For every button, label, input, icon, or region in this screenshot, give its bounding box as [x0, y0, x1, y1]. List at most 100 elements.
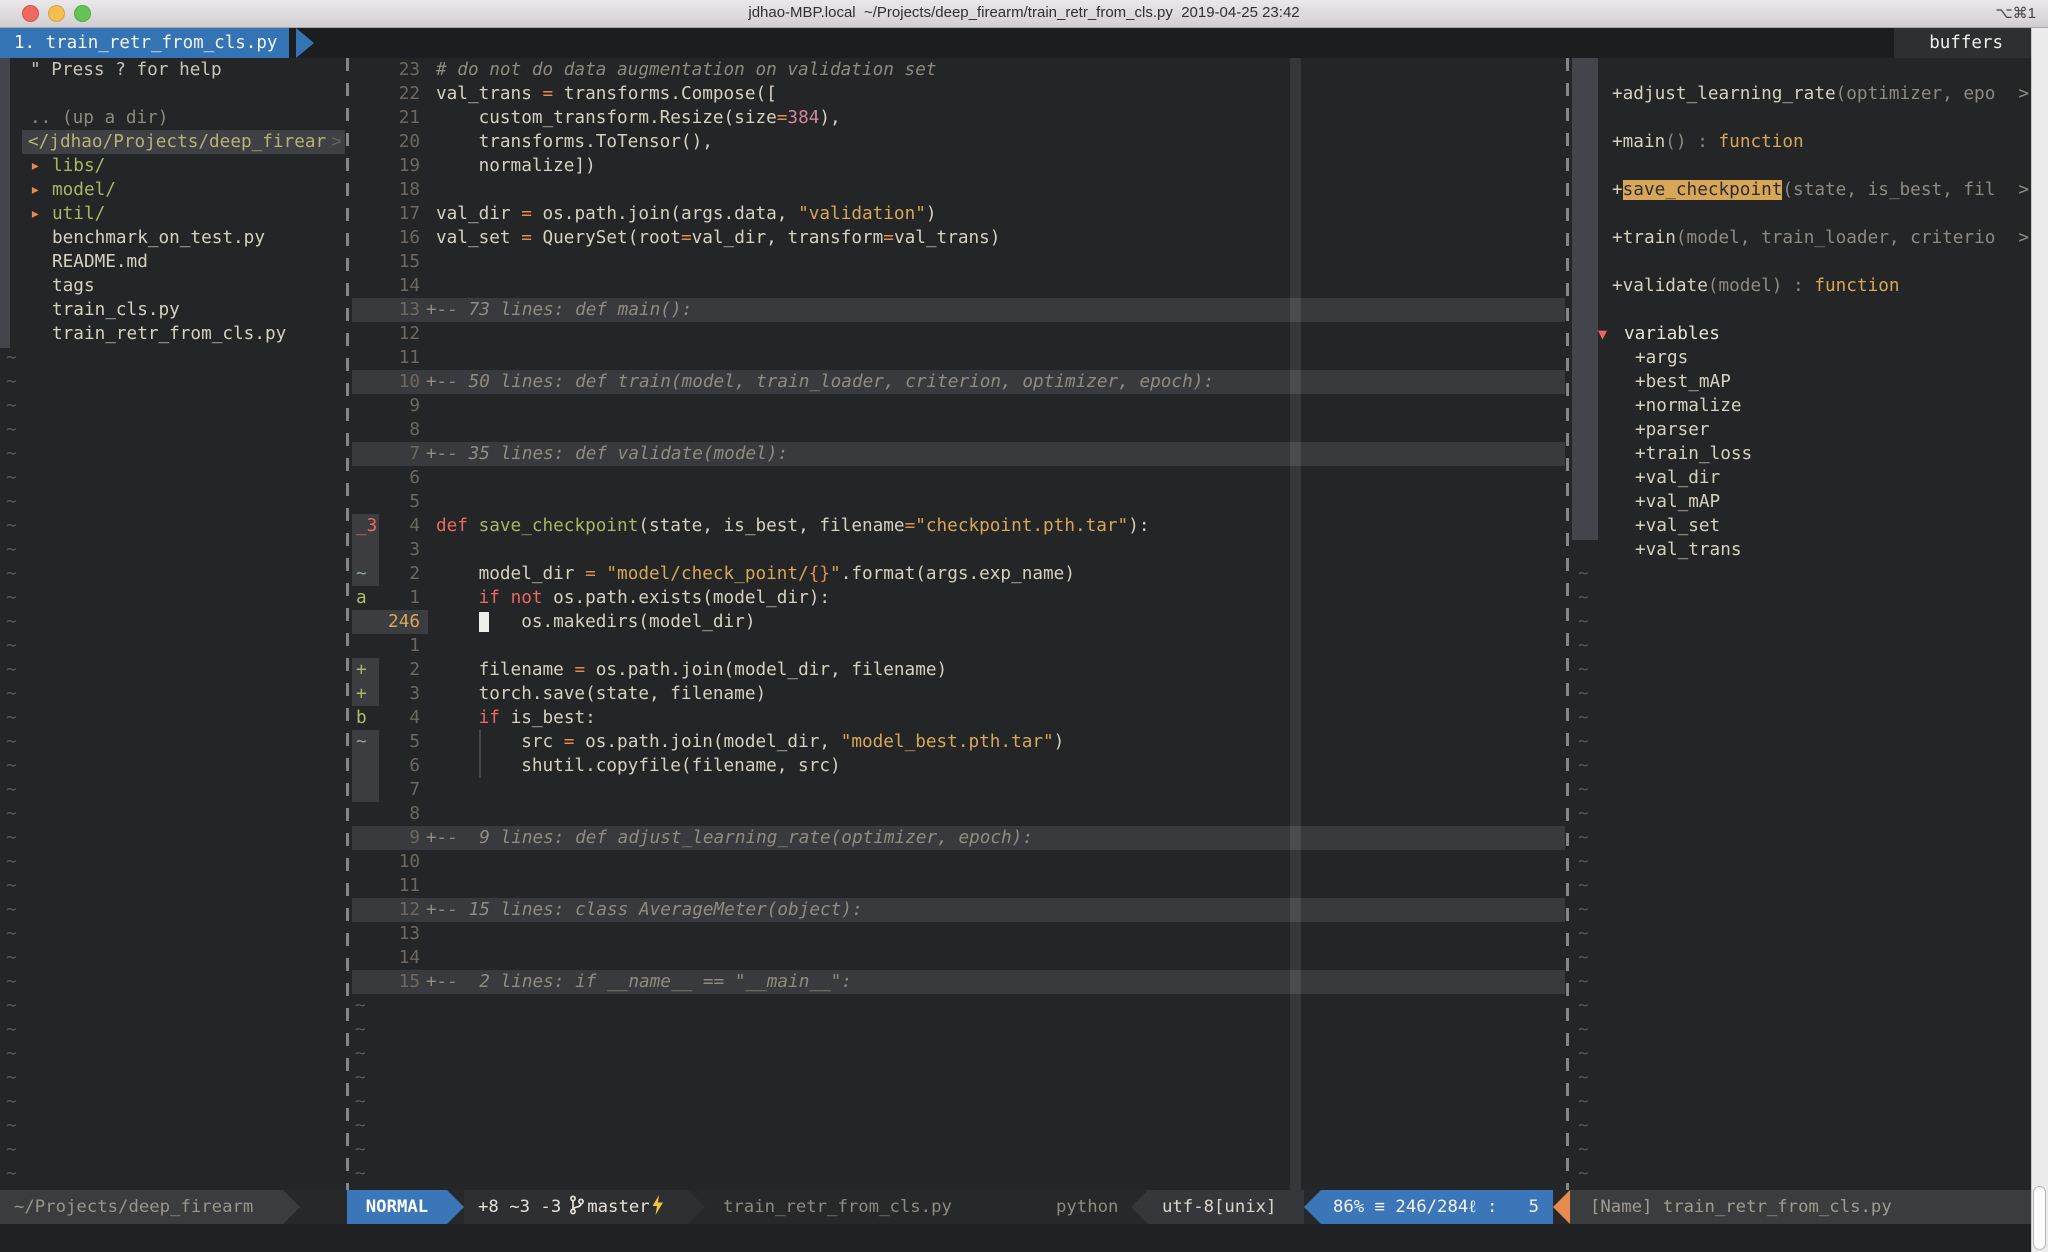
nerdtree-up-dir[interactable]: .. (up a dir) — [30, 106, 168, 130]
code-line[interactable]: 10 — [352, 850, 1565, 874]
nerdtree-item[interactable]: ▸ util/ — [0, 202, 345, 226]
window-separator[interactable] — [346, 58, 349, 1190]
code-line[interactable]: 3 — [352, 538, 1565, 562]
nerdtree-item[interactable]: train_retr_from_cls.py — [0, 322, 345, 346]
tagbar-item[interactable]: +main() : function — [1572, 130, 2031, 154]
window-separator[interactable] — [1566, 58, 1569, 1190]
tab-train-retr-from-cls[interactable]: 1. train_retr_from_cls.py — [0, 28, 289, 58]
code-line[interactable]: 8 — [352, 802, 1565, 826]
folded-code-line[interactable]: 15+-- 2 lines: if __name__ == "__main__"… — [352, 970, 1565, 994]
tagbar-item[interactable]: ▼variables — [1572, 322, 2031, 346]
fold-summary-text[interactable]: +-- 2 lines: if __name__ == "__main__": — [426, 970, 852, 994]
tagbar-item[interactable]: +val_mAP — [1572, 490, 2031, 514]
code-line[interactable]: 19 normalize]) — [352, 154, 1565, 178]
fold-summary-text[interactable]: +-- 73 lines: def main(): — [426, 298, 692, 322]
fold-summary-text[interactable]: +-- 35 lines: def validate(model): — [426, 442, 788, 466]
code-line[interactable]: b4 if is_best: — [352, 706, 1565, 730]
terminal-scrollbar-track[interactable] — [2031, 28, 2048, 1252]
nerdtree-file[interactable]: README.md — [52, 250, 148, 274]
tagbar-item[interactable]: +train(model, train_loader, criterio> — [1572, 226, 2031, 250]
terminal-scrollbar-thumb[interactable] — [2033, 1186, 2046, 1250]
code-line[interactable]: 22val_trans = transforms.Compose([ — [352, 82, 1565, 106]
nerdtree-item[interactable]: train_cls.py — [0, 298, 345, 322]
tag-variable[interactable]: +args — [1635, 346, 1688, 370]
tagbar-item[interactable]: +val_trans — [1572, 538, 2031, 562]
code-line[interactable]: 12 — [352, 322, 1565, 346]
code-line[interactable]: 11 — [352, 346, 1565, 370]
folded-code-line[interactable]: 7+-- 35 lines: def validate(model): — [352, 442, 1565, 466]
tag-entry[interactable]: +save_checkpoint(state, is_best, fil — [1612, 178, 1995, 202]
code-line[interactable]: 20 transforms.ToTensor(), — [352, 130, 1565, 154]
tag-variable[interactable]: +val_trans — [1635, 538, 1742, 562]
tag-entry[interactable]: +validate(model) : function — [1612, 274, 1900, 298]
nerdtree-item[interactable]: README.md — [0, 250, 345, 274]
nerdtree-file[interactable]: tags — [52, 274, 95, 298]
nerdtree-file[interactable]: benchmark_on_test.py — [52, 226, 265, 250]
tag-variable[interactable]: +val_mAP — [1635, 490, 1720, 514]
tag-entry[interactable]: +adjust_learning_rate(optimizer, epo — [1612, 82, 1995, 106]
tagbar-item[interactable]: +parser — [1572, 418, 2031, 442]
code-line[interactable]: 246 os.makedirs(model_dir) — [352, 610, 1565, 634]
code-line[interactable]: 21 custom_transform.Resize(size=384), — [352, 106, 1565, 130]
fold-open-triangle-icon[interactable]: ▼ — [1598, 322, 1607, 346]
code-line[interactable]: 13 — [352, 922, 1565, 946]
tagbar-item[interactable]: +validate(model) : function — [1572, 274, 2031, 298]
tag-variable[interactable]: +normalize — [1635, 394, 1742, 418]
code-line[interactable]: 9 — [352, 394, 1565, 418]
folded-code-line[interactable]: 12+-- 15 lines: class AverageMeter(objec… — [352, 898, 1565, 922]
code-line[interactable]: 18 — [352, 178, 1565, 202]
code-line[interactable]: +3 torch.save(state, filename) — [352, 682, 1565, 706]
nerdtree-item[interactable]: tags — [0, 274, 345, 298]
fold-summary-text[interactable]: +-- 9 lines: def adjust_learning_rate(op… — [426, 826, 1033, 850]
tagbar-item[interactable]: +best_mAP — [1572, 370, 2031, 394]
tag-entry[interactable]: +train(model, train_loader, criterio — [1612, 226, 1995, 250]
nerdtree-item[interactable]: .. (up a dir) — [0, 106, 345, 130]
code-line[interactable]: 7 — [352, 778, 1565, 802]
code-line[interactable]: 15 — [352, 250, 1565, 274]
code-line[interactable]: 14 — [352, 946, 1565, 970]
folded-code-line[interactable]: 10+-- 50 lines: def train(model, train_l… — [352, 370, 1565, 394]
code-line[interactable]: a1 if not os.path.exists(model_dir): — [352, 586, 1565, 610]
nerdtree-item[interactable]: ▸ model/ — [0, 178, 345, 202]
folder-collapsed-arrow-icon[interactable]: ▸ — [30, 178, 41, 202]
code-line[interactable]: 5 — [352, 490, 1565, 514]
code-line[interactable]: ~2 model_dir = "model/check_point/{}".fo… — [352, 562, 1565, 586]
code-line[interactable]: 23# do not do data augmentation on valid… — [352, 58, 1565, 82]
folder-collapsed-arrow-icon[interactable]: ▸ — [30, 202, 41, 226]
tagbar-item[interactable]: +val_dir — [1572, 466, 2031, 490]
code-line[interactable]: +2 filename = os.path.join(model_dir, fi… — [352, 658, 1565, 682]
tag-variable[interactable]: +parser — [1635, 418, 1710, 442]
fold-summary-text[interactable]: +-- 50 lines: def train(model, train_loa… — [426, 370, 1214, 394]
nerdtree-directory[interactable]: model/ — [52, 178, 116, 202]
code-line[interactable]: 16val_set = QuerySet(root=val_dir, trans… — [352, 226, 1565, 250]
code-line[interactable]: ~5 src = os.path.join(model_dir, "model_… — [352, 730, 1565, 754]
code-line[interactable]: 8 — [352, 418, 1565, 442]
nerdtree-file[interactable]: train_cls.py — [52, 298, 180, 322]
nerdtree-directory[interactable]: util/ — [52, 202, 105, 226]
nerdtree-item[interactable]: ▸libs/ — [0, 154, 345, 178]
tagbar-item[interactable]: +args — [1572, 346, 2031, 370]
tag-entry[interactable]: +main() : function — [1612, 130, 1804, 154]
editor-panel[interactable]: 23# do not do data augmentation on valid… — [352, 58, 1565, 1190]
tag-variable[interactable]: +best_mAP — [1635, 370, 1731, 394]
tagbar-item[interactable]: +normalize — [1572, 394, 2031, 418]
nerdtree-directory[interactable]: libs/ — [52, 154, 105, 178]
code-line[interactable]: 14 — [352, 274, 1565, 298]
code-line[interactable]: _34def save_checkpoint(state, is_best, f… — [352, 514, 1565, 538]
code-line[interactable]: 6 shutil.copyfile(filename, src) — [352, 754, 1565, 778]
folded-code-line[interactable]: 13+-- 73 lines: def main(): — [352, 298, 1565, 322]
code-line[interactable]: 17val_dir = os.path.join(args.data, "val… — [352, 202, 1565, 226]
code-line[interactable]: 1 — [352, 634, 1565, 658]
tagbar-item[interactable]: +save_checkpoint(state, is_best, fil> — [1572, 178, 2031, 202]
tagbar-item[interactable]: +train_loss — [1572, 442, 2031, 466]
folded-code-line[interactable]: 9+-- 9 lines: def adjust_learning_rate(o… — [352, 826, 1565, 850]
code-line[interactable]: 6 — [352, 466, 1565, 490]
nerdtree-item[interactable]: " Press ? for help — [0, 58, 345, 82]
tag-variable[interactable]: +val_dir — [1635, 466, 1720, 490]
tagbar-item[interactable]: +val_set — [1572, 514, 2031, 538]
tagbar-item[interactable]: +adjust_learning_rate(optimizer, epo> — [1572, 82, 2031, 106]
fold-summary-text[interactable]: +-- 15 lines: class AverageMeter(object)… — [426, 898, 863, 922]
nerdtree-file[interactable]: train_retr_from_cls.py — [52, 322, 286, 346]
tag-variable[interactable]: +val_set — [1635, 514, 1720, 538]
code-line[interactable]: 11 — [352, 874, 1565, 898]
